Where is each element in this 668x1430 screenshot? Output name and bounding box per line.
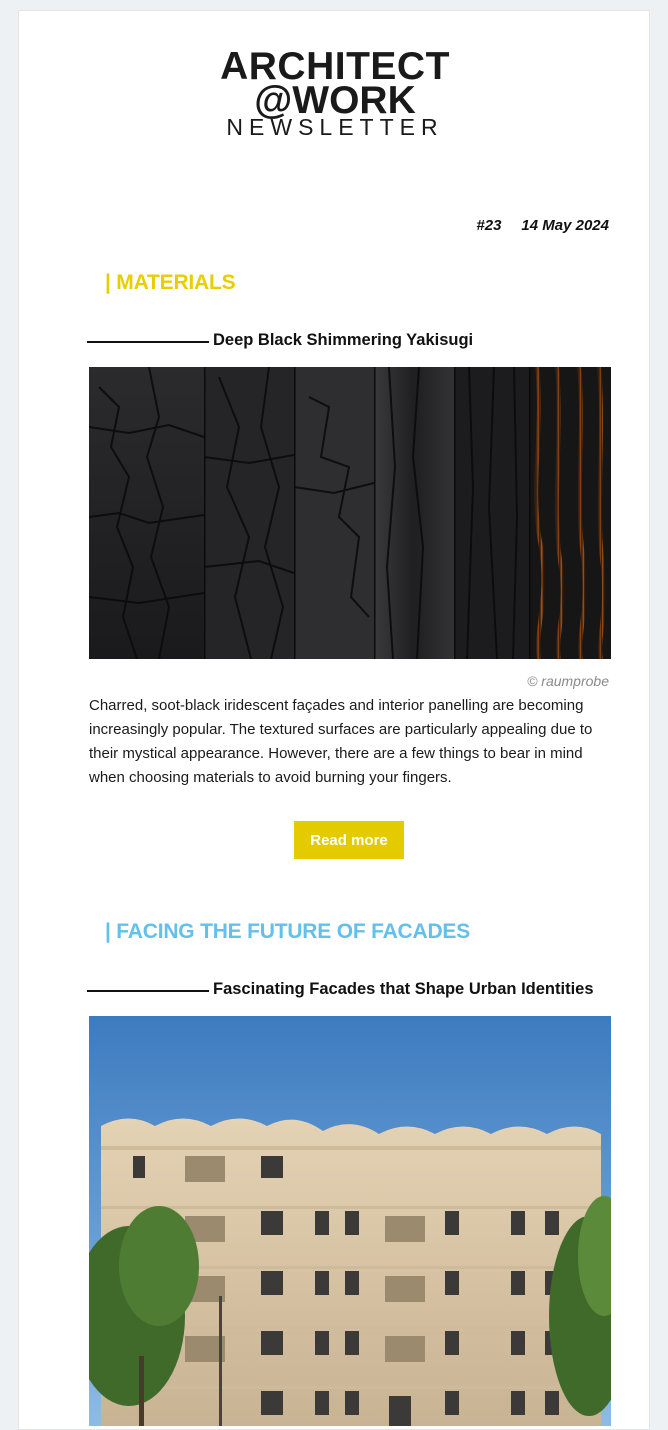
article-title[interactable]: Fascinating Facades that Shape Urban Ide… (213, 980, 594, 999)
heading-rule (87, 341, 209, 343)
section-heading-materials: | MATERIALS (105, 271, 236, 294)
yakisugi-photo[interactable] (89, 367, 611, 659)
photo-credit: © raumprobe (527, 673, 609, 689)
newsletter-card: ARCHITECT @WORK NEWSLETTER #23 14 May 202… (18, 10, 650, 1430)
article-title[interactable]: Deep Black Shimmering Yakisugi (213, 331, 473, 350)
read-more-button[interactable]: Read more (294, 821, 404, 859)
facade-photo[interactable] (89, 1016, 611, 1426)
article-body: Charred, soot-black iridescent façades a… (89, 697, 593, 786)
issue-number: #23 (476, 217, 502, 234)
yakisugi-image (89, 367, 611, 659)
section-heading-facades: | FACING THE FUTURE OF FACADES (105, 920, 471, 943)
facade-image (89, 1016, 611, 1426)
issue-date: 14 May 2024 (521, 217, 609, 234)
logo-newsletter: NEWSLETTER (226, 114, 444, 140)
heading-rule (87, 990, 209, 992)
issue-info: #23 14 May 2024 (476, 217, 609, 234)
